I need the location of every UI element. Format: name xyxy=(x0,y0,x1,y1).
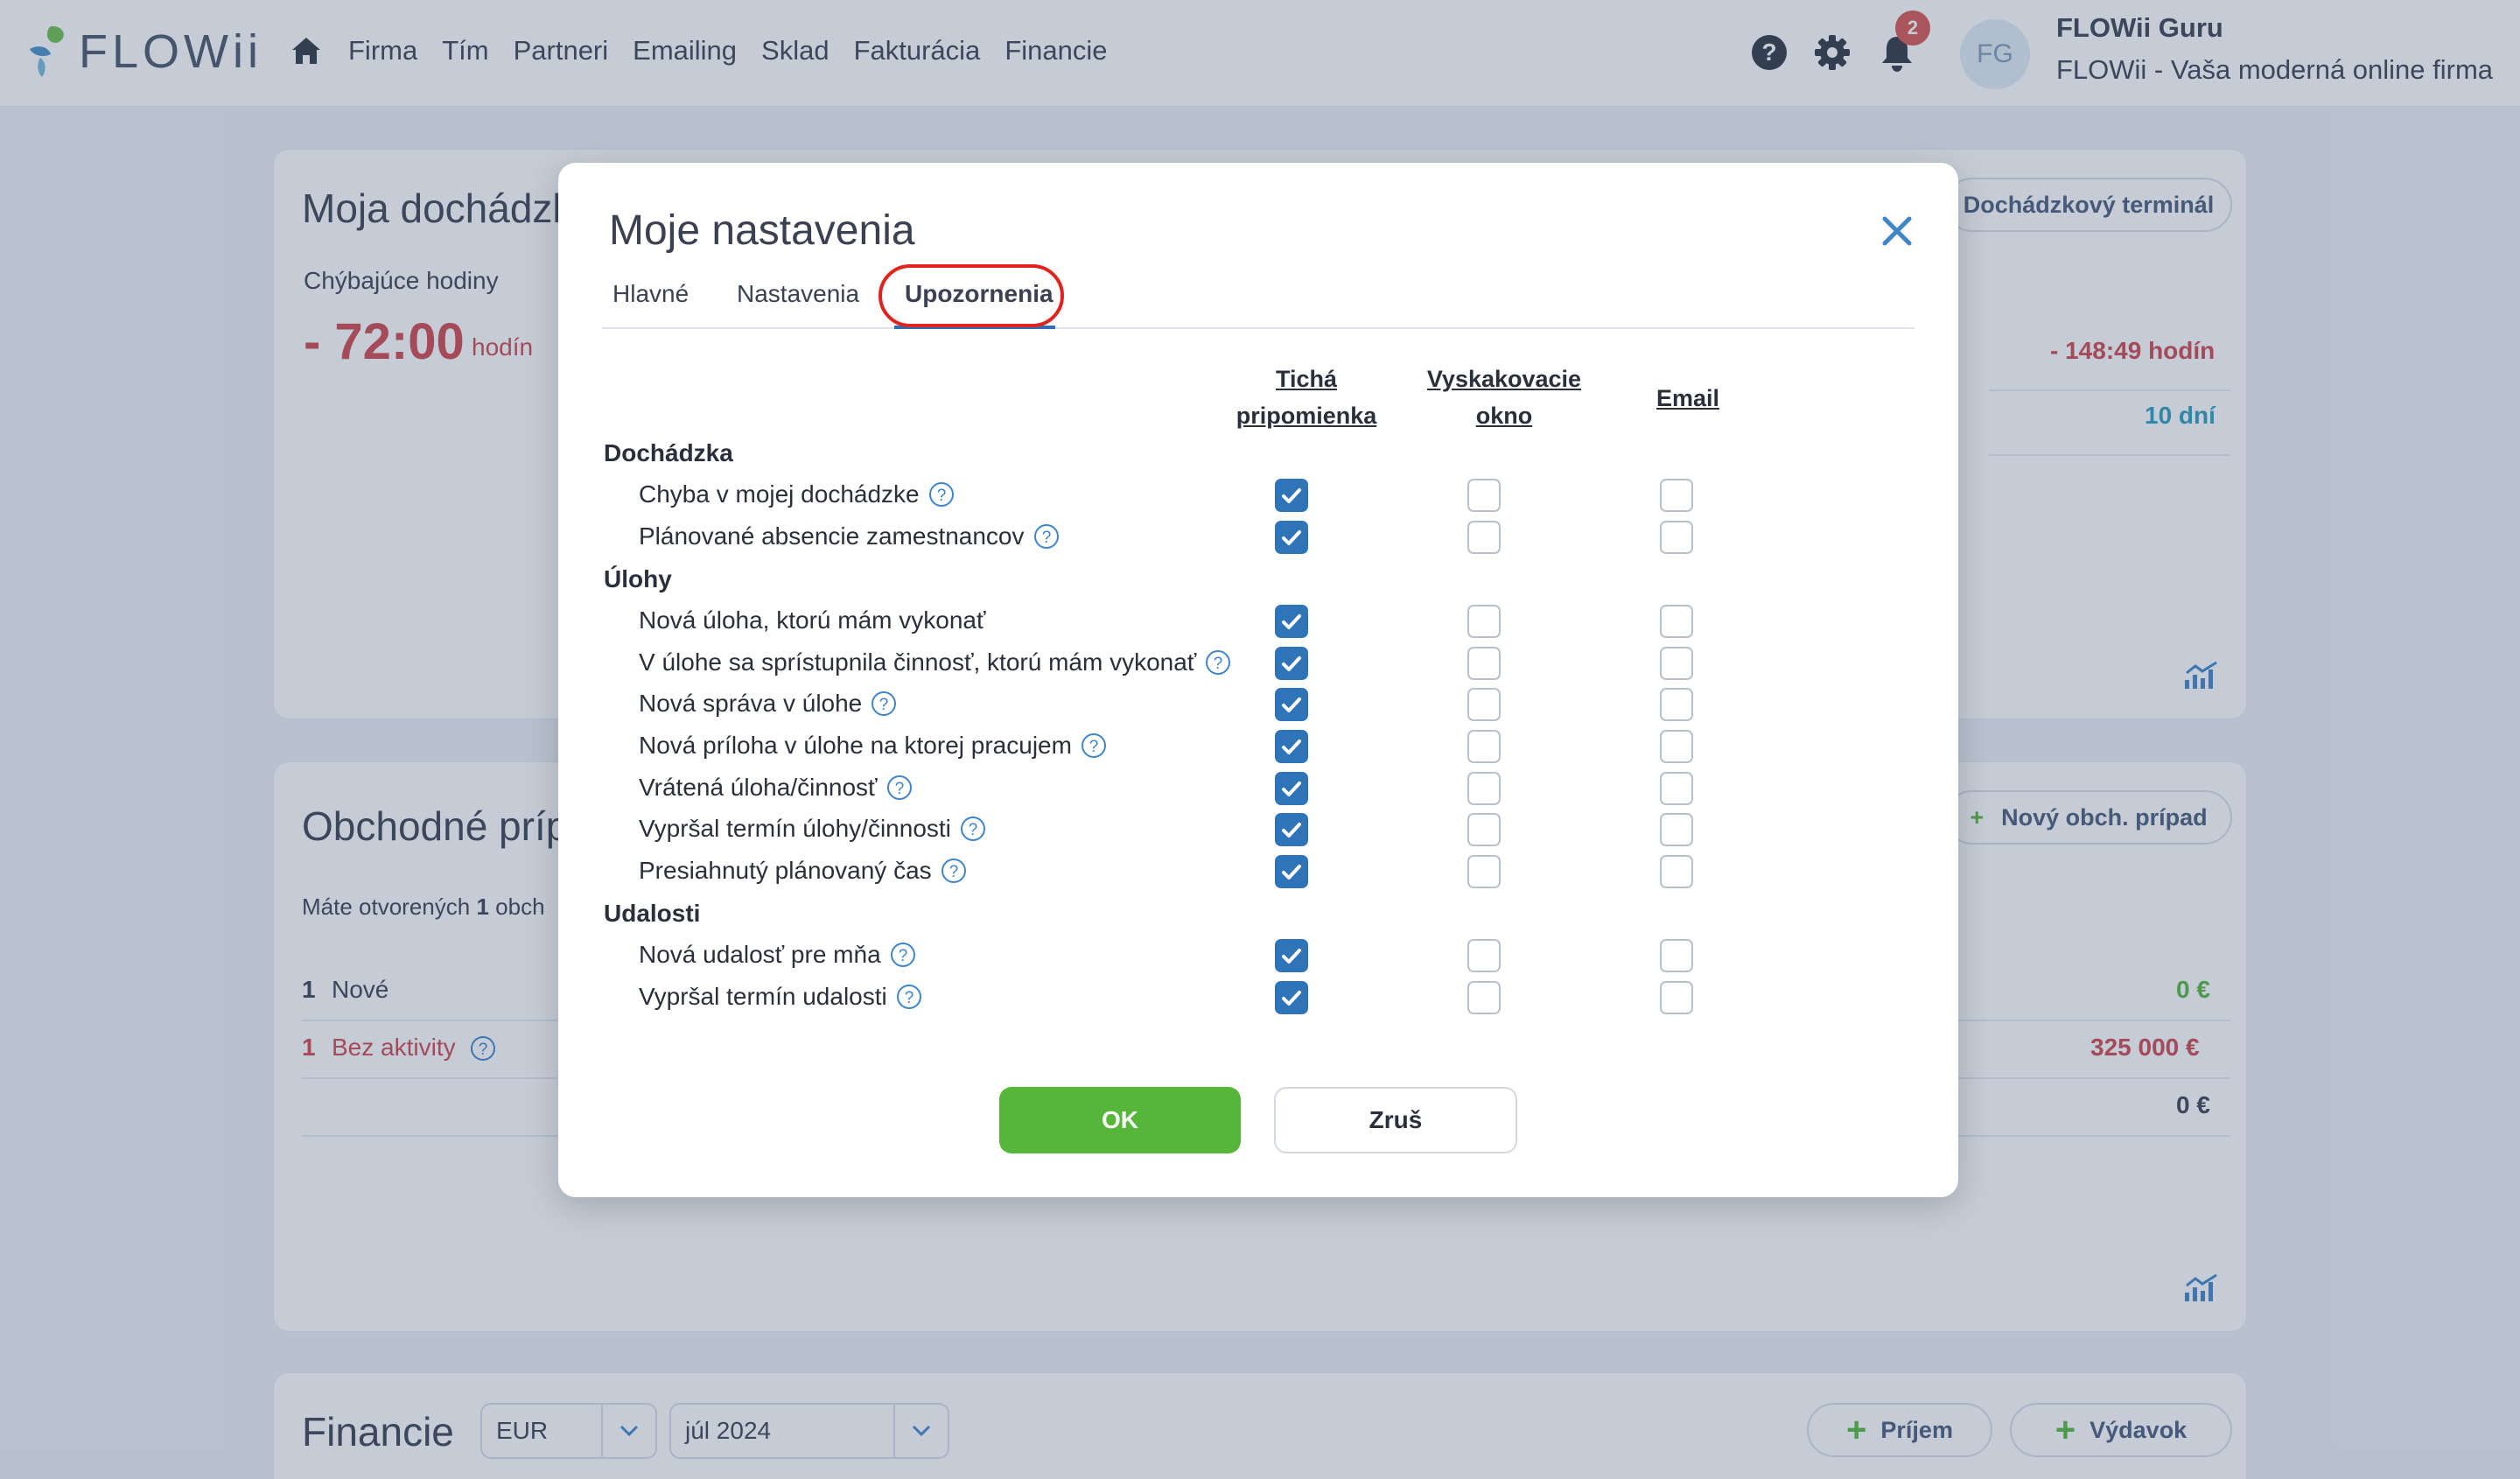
help-circle-icon[interactable]: ? xyxy=(886,775,913,801)
svg-text:?: ? xyxy=(1041,529,1051,547)
email-checkbox[interactable] xyxy=(1660,688,1693,722)
email-checkbox[interactable] xyxy=(1660,813,1693,847)
notification-label-text: Nová správa v úlohe xyxy=(639,690,863,718)
email-checkbox[interactable] xyxy=(1660,939,1693,973)
svg-text:?: ? xyxy=(879,696,889,714)
svg-text:?: ? xyxy=(948,863,958,881)
notification-label-text: Nová príloha v úlohe na ktorej pracujem xyxy=(639,732,1072,759)
notification-row-label: Nová príloha v úlohe na ktorej pracujem? xyxy=(639,732,1107,760)
close-icon[interactable] xyxy=(1878,212,1916,250)
cancel-button[interactable]: Zruš xyxy=(1274,1087,1517,1153)
notification-row-label: Vypršal termín udalosti? xyxy=(639,983,922,1011)
silent-reminder-checkbox[interactable] xyxy=(1275,730,1308,763)
popup-window-checkbox[interactable] xyxy=(1467,981,1501,1014)
help-circle-icon[interactable]: ? xyxy=(1205,649,1231,676)
silent-reminder-checkbox[interactable] xyxy=(1275,479,1308,512)
notification-label-text: Nová udalosť pre mňa xyxy=(639,941,881,969)
silent-reminder-checkbox[interactable] xyxy=(1275,520,1308,554)
notification-label-text: V úlohe sa sprístupnila činnosť, ktorú m… xyxy=(639,648,1197,676)
help-circle-icon[interactable]: ? xyxy=(941,858,967,884)
popup-window-checkbox[interactable] xyxy=(1467,813,1501,847)
silent-reminder-checkbox[interactable] xyxy=(1275,771,1308,805)
notification-label-text: Vypršal termín úlohy/činnosti xyxy=(639,815,951,843)
help-circle-icon[interactable]: ? xyxy=(890,942,916,968)
section-ulohy: Úlohy xyxy=(604,565,672,593)
email-checkbox[interactable] xyxy=(1660,479,1693,512)
notification-label-text: Vrátená úloha/činnosť xyxy=(639,773,878,801)
svg-text:?: ? xyxy=(898,947,907,965)
tab-nastavenia[interactable]: Nastavenia xyxy=(737,280,859,308)
notification-label-text: Presiahnutý plánovaný čas xyxy=(639,856,932,884)
notifications-table: Tichá pripomienka Vyskakovacie okno Email … xyxy=(602,345,1914,1020)
notification-label-text: Chyba v mojej dochádzke xyxy=(639,480,920,508)
tab-hlavne[interactable]: Hlavné xyxy=(612,280,689,308)
notification-row-label: Chyba v mojej dochádzke? xyxy=(639,480,955,508)
help-circle-icon[interactable]: ? xyxy=(896,984,922,1010)
popup-window-checkbox[interactable] xyxy=(1467,771,1501,805)
silent-reminder-checkbox[interactable] xyxy=(1275,854,1308,888)
popup-window-checkbox[interactable] xyxy=(1467,939,1501,973)
section-udalosti: Udalosti xyxy=(604,900,701,928)
email-checkbox[interactable] xyxy=(1660,854,1693,888)
help-circle-icon[interactable]: ? xyxy=(1081,732,1107,759)
email-checkbox[interactable] xyxy=(1660,981,1693,1014)
notification-row-label: Vrátená úloha/činnosť? xyxy=(639,774,913,802)
svg-text:?: ? xyxy=(894,780,904,798)
email-checkbox[interactable] xyxy=(1660,646,1693,680)
email-checkbox[interactable] xyxy=(1660,730,1693,763)
section-dochadzka: Dochádzka xyxy=(604,439,733,466)
notification-row-label: Nová úloha, ktorú mám vykonať xyxy=(639,606,985,634)
email-checkbox[interactable] xyxy=(1660,520,1693,554)
popup-window-checkbox[interactable] xyxy=(1467,854,1501,888)
svg-text:?: ? xyxy=(1089,738,1099,756)
notification-row-label: Nová udalosť pre mňa? xyxy=(639,941,916,969)
column-header-email: Email xyxy=(1656,385,1720,411)
silent-reminder-checkbox[interactable] xyxy=(1275,688,1308,722)
ok-button[interactable]: OK xyxy=(999,1087,1241,1153)
email-checkbox[interactable] xyxy=(1660,771,1693,805)
svg-text:?: ? xyxy=(969,821,978,839)
notification-row-label: Presiahnutý plánovaný čas? xyxy=(639,857,967,885)
notification-row-label: Plánované absencie zamestnancov? xyxy=(639,522,1060,550)
silent-reminder-checkbox[interactable] xyxy=(1275,646,1308,680)
notification-label-text: Nová úloha, ktorú mám vykonať xyxy=(639,606,986,634)
popup-window-checkbox[interactable] xyxy=(1467,688,1501,722)
help-circle-icon[interactable]: ? xyxy=(1033,523,1060,550)
help-circle-icon[interactable]: ? xyxy=(928,481,955,508)
settings-modal: Moje nastavenia Hlavné Nastavenia Upozor… xyxy=(558,163,1958,1197)
popup-window-checkbox[interactable] xyxy=(1467,520,1501,554)
email-checkbox[interactable] xyxy=(1660,605,1693,639)
popup-window-checkbox[interactable] xyxy=(1467,730,1501,763)
popup-window-checkbox[interactable] xyxy=(1467,646,1501,680)
svg-text:?: ? xyxy=(904,989,914,1007)
notification-label-text: Vypršal termín udalosti xyxy=(639,983,887,1010)
column-header-popup: Vyskakovacie okno xyxy=(1426,366,1582,429)
silent-reminder-checkbox[interactable] xyxy=(1275,813,1308,847)
notification-row-label: V úlohe sa sprístupnila činnosť, ktorú m… xyxy=(639,648,1231,676)
silent-reminder-checkbox[interactable] xyxy=(1275,605,1308,639)
modal-title: Moje nastavenia xyxy=(609,207,915,254)
silent-reminder-checkbox[interactable] xyxy=(1275,981,1308,1014)
popup-window-checkbox[interactable] xyxy=(1467,479,1501,512)
notification-row-label: Nová správa v úlohe? xyxy=(639,690,897,718)
notification-label-text: Plánované absencie zamestnancov xyxy=(639,522,1025,550)
svg-text:?: ? xyxy=(936,487,946,505)
help-circle-icon[interactable]: ? xyxy=(871,690,897,717)
tab-highlight-annotation xyxy=(878,264,1064,327)
help-circle-icon[interactable]: ? xyxy=(960,816,986,842)
notification-row-label: Vypršal termín úlohy/činnosti? xyxy=(639,815,986,843)
column-header-silent: Tichá pripomienka xyxy=(1236,366,1377,429)
popup-window-checkbox[interactable] xyxy=(1467,605,1501,639)
settings-tabs: Hlavné Nastavenia Upozornenia xyxy=(602,264,1914,329)
silent-reminder-checkbox[interactable] xyxy=(1275,939,1308,973)
svg-text:?: ? xyxy=(1214,655,1223,673)
